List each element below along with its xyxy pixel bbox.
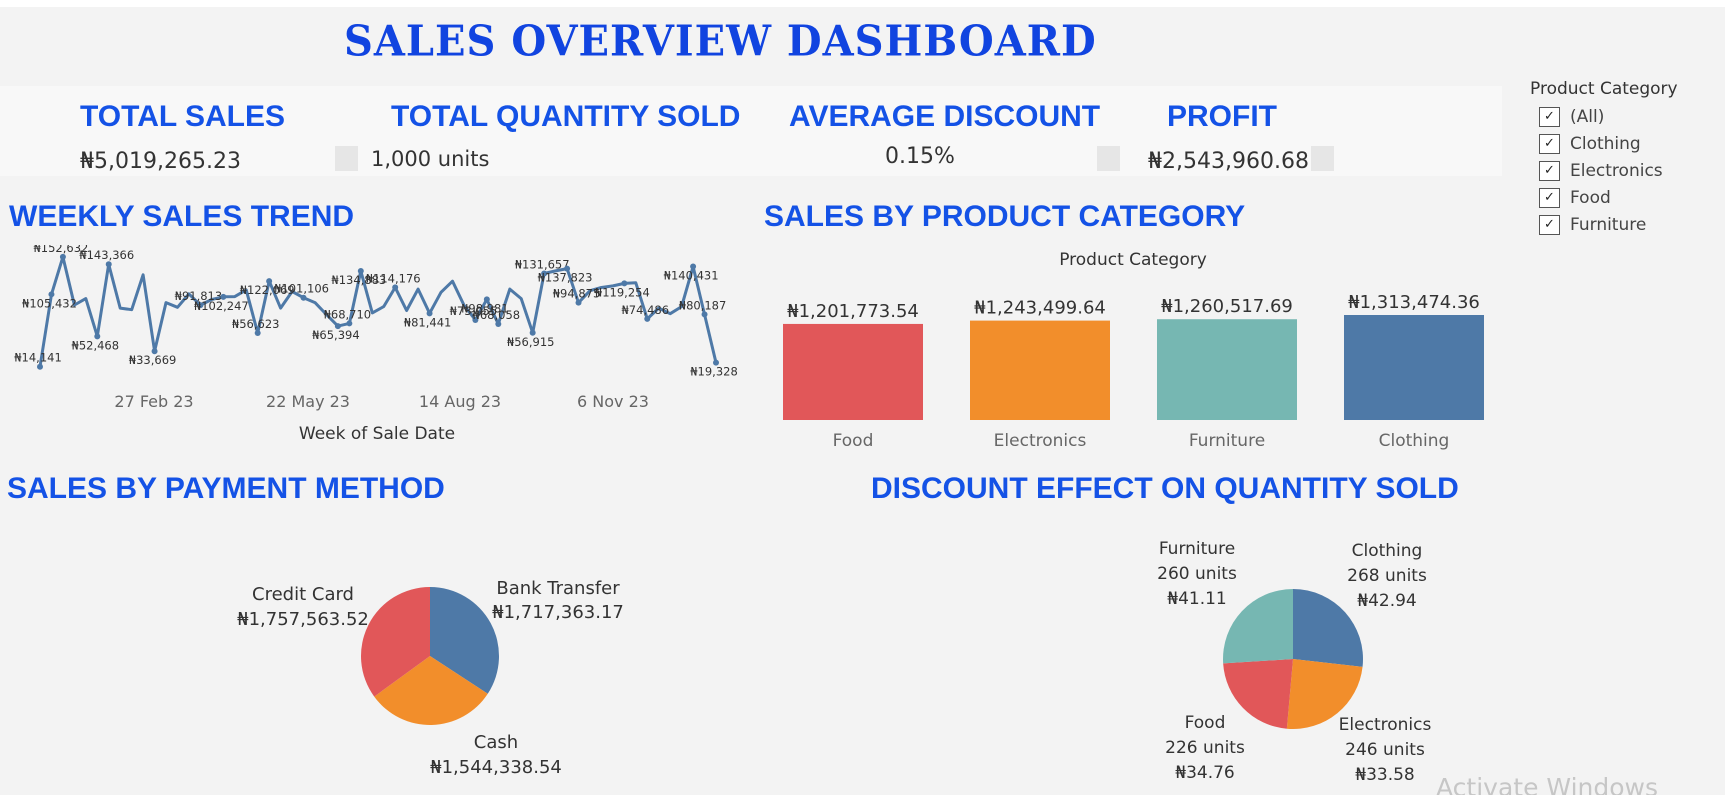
discount-pie-slice <box>1293 589 1363 667</box>
bar-value-label: ₦1,243,499.64 <box>974 298 1106 319</box>
x-tick-label: 27 Feb 23 <box>114 392 193 411</box>
pie-slice-name: Cash <box>474 732 518 753</box>
filter-item-label: Furniture <box>1570 215 1647 235</box>
category-sales-bar-chart[interactable]: Product Category ₦1,201,773.54 Food ₦1,243,… <box>760 245 1500 455</box>
trend-data-label: ₦102,247 <box>194 299 249 313</box>
pie-slice-value: ₦1,544,338.54 <box>430 757 562 778</box>
kpi-average-discount-value: 0.15% <box>885 144 955 169</box>
weekly-sales-heading: WEEKLY SALES TREND <box>9 200 355 233</box>
trend-data-label: ₦140,431 <box>664 269 719 283</box>
pie-slice-discount: ₦42.94 <box>1357 591 1416 611</box>
pie-slice-name: Credit Card <box>252 584 354 605</box>
checkbox-check-icon[interactable]: ✓ <box>1539 134 1560 154</box>
filter-item-food[interactable]: ✓ Food <box>1539 188 1611 208</box>
trend-data-label: ₦52,468 <box>72 338 120 352</box>
kpi-total-quantity-label: TOTAL QUANTITY SOLD <box>391 100 741 133</box>
category-bar <box>970 320 1110 420</box>
pie-slice-name: Furniture <box>1159 539 1235 559</box>
filter-item-label: Electronics <box>1570 161 1663 181</box>
payment-sales-heading: SALES BY PAYMENT METHOD <box>7 472 445 505</box>
kpi-total-sales-label: TOTAL SALES <box>80 100 286 133</box>
discount-effect-heading: DISCOUNT EFFECT ON QUANTITY SOLD <box>871 472 1459 505</box>
trend-data-label: ₦101,106 <box>274 282 329 296</box>
bottom-strip <box>0 795 1725 800</box>
x-tick-label: 6 Nov 23 <box>577 392 649 411</box>
category-tick-label: Clothing <box>1379 431 1450 451</box>
trend-data-label: ₦119,254 <box>595 285 650 299</box>
discount-effect-pie-chart[interactable]: Clothing 268 units ₦42.94 Electronics 246 un… <box>1140 532 1460 792</box>
trend-data-label: ₦105,432 <box>22 296 77 310</box>
x-tick-label: 22 May 23 <box>266 392 350 411</box>
kpi-placeholder-box <box>335 146 358 171</box>
filter-item-label: (All) <box>1570 107 1605 127</box>
bar-value-label: ₦1,260,517.69 <box>1161 296 1293 317</box>
filter-item-label: Clothing <box>1570 134 1641 154</box>
trend-data-label: ₦65,394 <box>312 328 360 342</box>
category-tick-label: Food <box>833 431 874 451</box>
trend-data-label: ₦80,187 <box>679 298 727 312</box>
bar-value-label: ₦1,201,773.54 <box>787 301 919 322</box>
kpi-profit-value: ₦2,543,960.68 <box>1148 149 1309 174</box>
pie-slice-name: Bank Transfer <box>496 578 620 599</box>
pie-slice-discount: ₦33.58 <box>1355 765 1414 785</box>
checkbox-check-icon[interactable]: ✓ <box>1539 107 1560 127</box>
kpi-average-discount-label: AVERAGE DISCOUNT <box>789 100 1101 133</box>
category-tick-label: Electronics <box>994 431 1087 451</box>
trend-data-label: ₦19,328 <box>690 365 738 379</box>
dashboard-title: SALES OVERVIEW DASHBOARD <box>344 16 1097 67</box>
trend-data-label: ₦68,710 <box>324 307 372 321</box>
pie-slice-value: ₦1,757,563.52 <box>237 609 369 630</box>
category-bar <box>1344 315 1484 420</box>
filter-item-clothing[interactable]: ✓ Clothing <box>1539 134 1641 154</box>
category-sales-heading: SALES BY PRODUCT CATEGORY <box>764 200 1246 233</box>
kpi-placeholder-box <box>1311 146 1334 171</box>
trend-data-label: ₦56,623 <box>232 317 280 331</box>
pie-slice-discount: ₦41.11 <box>1167 589 1226 609</box>
payment-method-pie-chart[interactable]: Bank Transfer ₦1,717,363.17 Cash ₦1,544,338… <box>220 570 640 790</box>
filter-title: Product Category <box>1530 79 1678 99</box>
pie-slice-units: 260 units <box>1157 564 1237 584</box>
x-tick-label: 14 Aug 23 <box>419 392 501 411</box>
trend-data-label: ₦74,486 <box>621 303 669 317</box>
kpi-profit-label: PROFIT <box>1167 100 1277 133</box>
trend-data-label: ₦81,441 <box>404 315 452 329</box>
pie-slice-units: 268 units <box>1347 566 1427 586</box>
trend-data-label: ₦114,176 <box>366 271 421 285</box>
checkbox-check-icon[interactable]: ✓ <box>1539 188 1560 208</box>
checkbox-check-icon[interactable]: ✓ <box>1539 161 1560 181</box>
category-bar <box>783 323 923 420</box>
pie-slice-name: Food <box>1185 713 1226 733</box>
trend-data-label: ₦137,823 <box>538 271 593 285</box>
filter-item-electronics[interactable]: ✓ Electronics <box>1539 161 1663 181</box>
weekly-sales-line-chart[interactable]: ₦14,141₦105,432₦152,632₦52,468₦143,366₦3… <box>0 245 740 450</box>
trend-data-label: ₦94,875 <box>553 287 601 301</box>
trend-data-label: ₦14,141 <box>14 351 62 365</box>
kpi-total-quantity-value: 1,000 units <box>371 147 490 171</box>
kpi-placeholder-box <box>1097 146 1120 171</box>
discount-pie-slice <box>1223 589 1293 664</box>
pie-slice-units: 246 units <box>1345 740 1425 760</box>
kpi-total-sales-value: ₦5,019,265.23 <box>80 149 241 174</box>
bar-chart-title: Product Category <box>1059 250 1207 270</box>
category-tick-label: Furniture <box>1189 431 1265 451</box>
filter-item-furniture[interactable]: ✓ Furniture <box>1539 215 1646 235</box>
pie-slice-value: ₦1,717,363.17 <box>492 602 624 623</box>
pie-slice-name: Clothing <box>1352 541 1423 561</box>
top-strip <box>0 0 1725 7</box>
x-axis-title: Week of Sale Date <box>299 424 455 444</box>
checkbox-check-icon[interactable]: ✓ <box>1539 215 1560 235</box>
pie-slice-discount: ₦34.76 <box>1175 763 1234 783</box>
trend-data-label: ₦33,669 <box>129 353 177 367</box>
discount-pie-slice <box>1223 659 1293 729</box>
trend-data-label: ₦56,915 <box>507 335 555 349</box>
trend-data-label: ₦143,366 <box>79 248 134 262</box>
category-bar <box>1157 319 1297 420</box>
pie-slice-units: 226 units <box>1165 738 1245 758</box>
bar-value-label: ₦1,313,474.36 <box>1348 292 1480 313</box>
filter-item-all[interactable]: ✓ (All) <box>1539 107 1604 127</box>
trend-data-label: ₦68,058 <box>473 308 521 322</box>
trend-data-label: ₦131,657 <box>515 258 570 272</box>
pie-slice-name: Electronics <box>1339 715 1432 735</box>
filter-item-label: Food <box>1570 188 1611 208</box>
